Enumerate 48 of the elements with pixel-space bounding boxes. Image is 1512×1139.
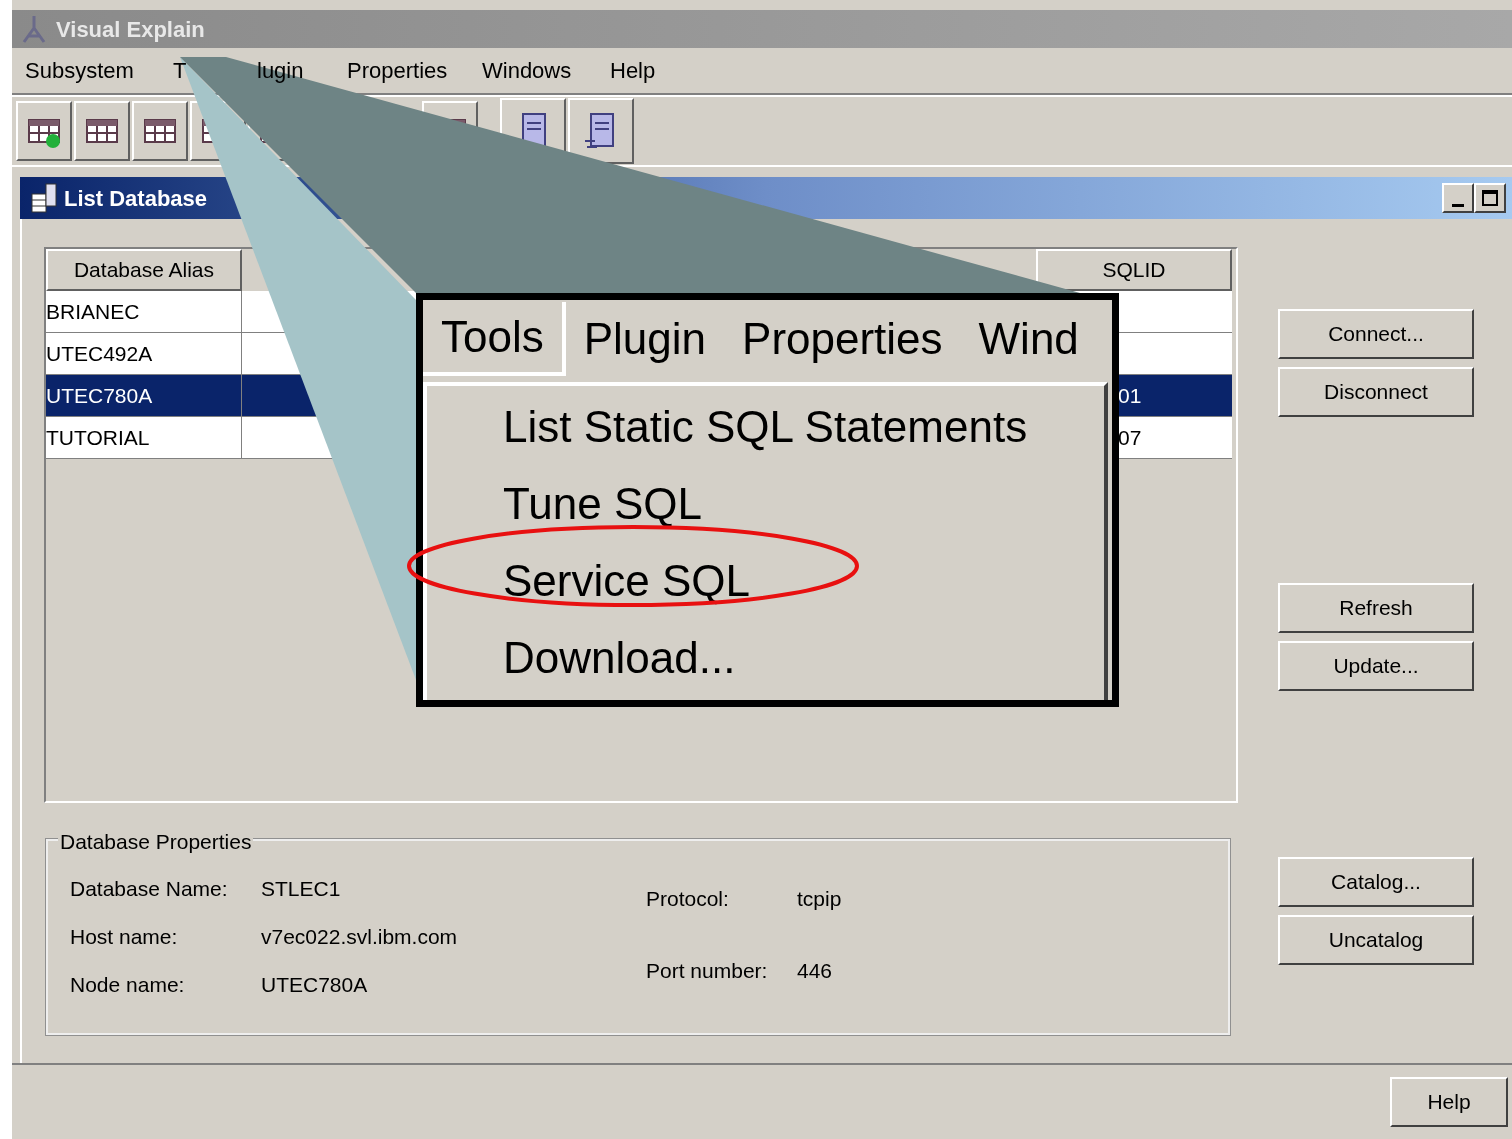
database-list-icon <box>30 182 60 214</box>
menu-item[interactable]: Windows <box>482 58 572 83</box>
table-cell-text: BRIANEC <box>46 298 140 325</box>
property-label: Port number: <box>646 958 769 985</box>
dialog-button[interactable]: Refresh <box>1278 583 1474 633</box>
toolbar-button[interactable] <box>74 101 130 161</box>
table-cell-text: 01 <box>1118 382 1142 409</box>
dialog-button[interactable]: Connect... <box>1278 309 1474 359</box>
table-cell-text: UTEC780A <box>46 382 153 409</box>
table-cell-text: UTEC492A <box>46 340 153 367</box>
menu-item[interactable]: Subsystem <box>25 58 134 83</box>
maximize-button[interactable] <box>1474 183 1506 213</box>
menu-item[interactable]: List Static SQL Statements <box>503 393 1028 460</box>
property-label: Host name: <box>70 924 179 951</box>
menu-item[interactable]: Properties <box>724 302 961 376</box>
dialog-button[interactable]: Update... <box>1278 641 1474 691</box>
dialog-button[interactable]: Uncatalog <box>1278 915 1474 965</box>
menu-item[interactable]: T <box>173 58 187 83</box>
frame-title: List Database <box>64 184 208 213</box>
property-value: UTEC780A <box>261 972 368 999</box>
property-value: tcpip <box>797 886 842 913</box>
property-value: 446 <box>797 958 833 985</box>
menu-item[interactable]: Tune SQL <box>503 470 702 537</box>
menu-item[interactable]: Properties <box>347 58 448 83</box>
property-label: Database Name: <box>70 876 229 903</box>
app-logo-icon <box>20 14 48 44</box>
dialog-button[interactable]: Catalog... <box>1278 857 1474 907</box>
toolbar-button[interactable] <box>16 101 72 161</box>
table-cell-text: 07 <box>1118 424 1142 451</box>
menu-item[interactable]: Tools <box>423 302 566 376</box>
property-value: v7ec022.svl.ibm.com <box>261 924 458 951</box>
property-label: Protocol: <box>646 886 730 913</box>
menu-item[interactable]: lugin <box>257 58 304 83</box>
help-button[interactable]: Help <box>1390 1077 1508 1127</box>
window-title: Visual Explain <box>56 15 205 44</box>
menu-item[interactable]: Help <box>610 58 656 83</box>
dialog-button[interactable]: Disconnect <box>1278 367 1474 417</box>
toolbar-button[interactable] <box>132 101 188 161</box>
menu-item[interactable]: Plugin <box>565 302 725 376</box>
menu-item[interactable]: Wind <box>960 302 1097 376</box>
menu-item[interactable]: Download... <box>503 624 736 691</box>
minimize-button[interactable] <box>1442 183 1474 213</box>
menu-item[interactable]: Service SQL <box>503 547 750 614</box>
table-cell-text: TUTORIAL <box>46 424 150 451</box>
property-label: Node name: <box>70 972 186 999</box>
column-header[interactable]: Database Alias <box>46 249 242 291</box>
property-value: STLEC1 <box>261 876 341 903</box>
column-header[interactable]: SQLID <box>1036 249 1232 291</box>
